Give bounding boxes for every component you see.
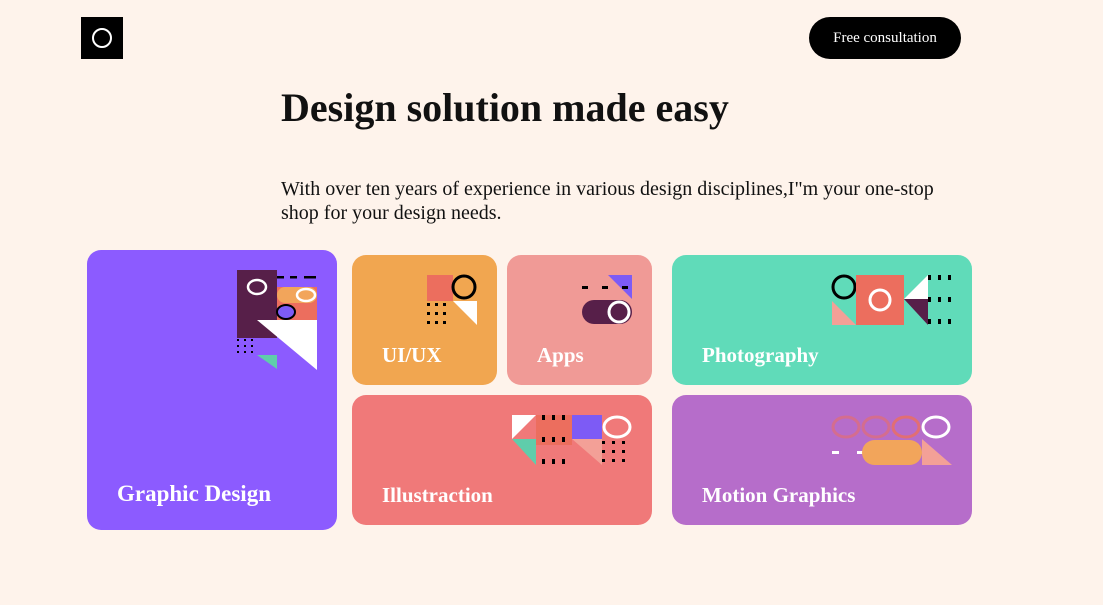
card-label-motion-graphics: Motion Graphics <box>702 483 856 507</box>
intro-text: With over ten years of experience in var… <box>281 178 934 224</box>
card-label-illustration: Illustraction <box>382 483 493 507</box>
logo[interactable] <box>81 17 123 59</box>
apps-illustration <box>582 275 632 324</box>
page-title: Design solution made easy <box>281 85 729 130</box>
card-apps[interactable]: Apps <box>507 255 652 385</box>
graphic-design-illustration <box>237 270 317 370</box>
card-graphic-design[interactable]: Graphic Design <box>87 250 337 530</box>
card-label-photography: Photography <box>702 343 819 367</box>
card-motion-graphics[interactable]: Motion Graphics <box>672 395 972 525</box>
card-illustration[interactable]: Illustraction <box>352 395 652 525</box>
card-photography[interactable]: Photography <box>672 255 972 385</box>
motion-graphics-illustration <box>831 415 952 465</box>
illustration-illustration <box>512 415 632 465</box>
card-label-graphic-design: Graphic Design <box>117 481 271 506</box>
card-label-apps: Apps <box>537 343 584 367</box>
card-uiux[interactable]: UI/UX <box>352 255 497 385</box>
free-consultation-button[interactable]: Free consultation <box>809 17 961 59</box>
uiux-illustration <box>427 274 477 325</box>
ring-icon <box>92 28 112 48</box>
photography-illustration <box>831 274 951 325</box>
card-label-uiux: UI/UX <box>382 343 442 367</box>
